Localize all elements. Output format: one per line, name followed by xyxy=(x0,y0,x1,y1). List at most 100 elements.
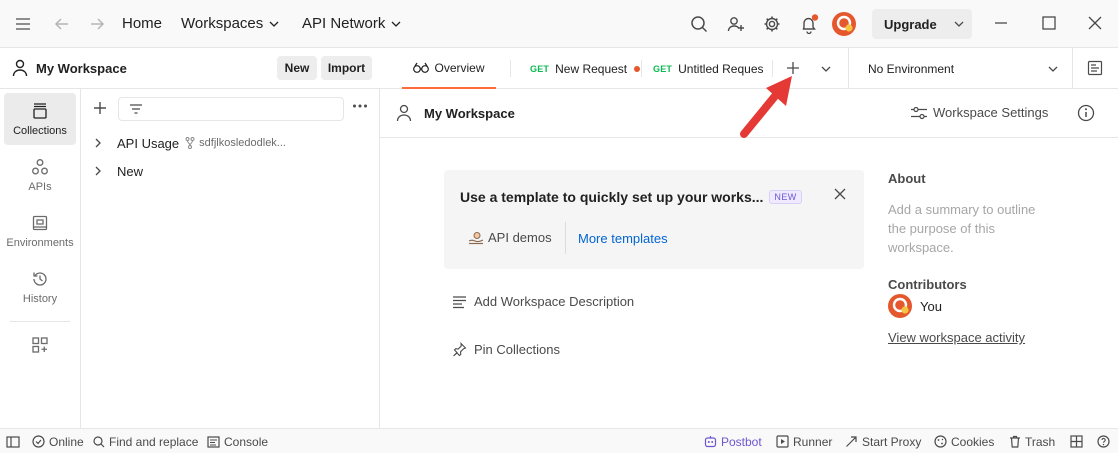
postbot-button[interactable]: Postbot xyxy=(704,429,762,453)
rail-item-collections[interactable]: Collections xyxy=(4,93,76,145)
runner-label: Runner xyxy=(793,434,833,449)
chevron-down-icon xyxy=(1048,66,1058,72)
demo-hand-icon xyxy=(468,231,484,244)
collections-icon xyxy=(33,102,47,119)
online-status[interactable]: Online xyxy=(32,429,84,453)
menu-icon[interactable] xyxy=(14,16,32,32)
about-heading: About xyxy=(888,171,926,186)
chevron-right-icon xyxy=(95,166,101,176)
annotation-arrow xyxy=(740,76,792,138)
environment-selector[interactable]: No Environment xyxy=(848,48,1072,89)
layout-grid-icon[interactable] xyxy=(1070,429,1087,453)
avatar[interactable] xyxy=(832,12,856,36)
console-button[interactable]: Console xyxy=(207,429,268,453)
collection-item-new[interactable]: New xyxy=(93,159,143,183)
template-card: Use a template to quickly set up your wo… xyxy=(444,170,864,269)
help-icon[interactable] xyxy=(1097,429,1114,453)
tab-overview[interactable]: Overview xyxy=(402,48,496,89)
runner-button[interactable]: Runner xyxy=(776,429,832,453)
cookie-icon xyxy=(934,435,947,448)
start-proxy-button[interactable]: Start Proxy xyxy=(845,429,921,453)
fork-label: sdfjlkosledodlek... xyxy=(199,137,286,149)
left-rail: Collections APIs Environments History xyxy=(0,89,81,428)
rail-item-label: Collections xyxy=(13,124,67,137)
console-label: Console xyxy=(224,434,269,449)
template-card-divider xyxy=(565,222,566,254)
workspace-user-icon xyxy=(12,59,28,77)
unsaved-dot xyxy=(634,65,641,72)
chevron-down-icon xyxy=(391,21,401,27)
about-summary[interactable]: Add a summary to outline the purpose of … xyxy=(888,200,1048,257)
status-bar: Online Find and replace Console Postbot … xyxy=(0,428,1118,453)
view-workspace-activity-link[interactable]: View workspace activity xyxy=(888,330,1025,345)
pin-collections-button[interactable]: Pin Collections xyxy=(452,342,560,357)
more-options-icon[interactable] xyxy=(352,103,368,109)
environments-icon xyxy=(32,215,48,230)
bell-icon[interactable] xyxy=(799,14,819,34)
add-collection-icon[interactable] xyxy=(93,101,107,115)
tabs-dropdown-chevron-icon[interactable] xyxy=(821,64,831,74)
tab-new-request[interactable]: GET New Request xyxy=(530,48,641,89)
contributor-row: You xyxy=(888,294,942,318)
nav-api-network[interactable]: API Network xyxy=(302,15,401,32)
add-workspace-description-button[interactable]: Add Workspace Description xyxy=(452,294,634,309)
info-icon[interactable] xyxy=(1077,104,1095,122)
online-label: Online xyxy=(49,434,84,449)
toggle-sidebar-icon[interactable] xyxy=(6,429,24,453)
collections-pane: API Usage sdfjlkosledodlek... New xyxy=(81,89,380,428)
collection-item-api-usage[interactable]: API Usage sdfjlkosledodlek... xyxy=(93,131,286,155)
nav-home[interactable]: Home xyxy=(122,15,162,32)
maximize-icon[interactable] xyxy=(1042,16,1056,30)
filter-icon xyxy=(130,104,142,114)
tab-divider xyxy=(510,60,511,77)
back-arrow-icon[interactable] xyxy=(53,15,71,33)
fork-icon xyxy=(185,137,195,149)
api-demos-link[interactable]: API demos xyxy=(468,230,552,245)
rail-item-apis[interactable]: APIs xyxy=(4,149,76,201)
start-proxy-label: Start Proxy xyxy=(862,434,922,449)
search-icon xyxy=(93,435,105,447)
environment-quick-look[interactable] xyxy=(1072,48,1118,89)
contributors-heading: Contributors xyxy=(888,277,967,292)
rail-item-history[interactable]: History xyxy=(4,261,76,313)
chevron-down-icon xyxy=(269,21,279,27)
method-badge: GET xyxy=(530,63,550,74)
import-button[interactable]: Import xyxy=(321,56,372,80)
pin-collections-label: Pin Collections xyxy=(474,342,560,357)
pin-icon xyxy=(453,342,467,357)
workspace-title: My Workspace xyxy=(424,106,515,121)
postbot-icon xyxy=(704,436,717,448)
runner-icon xyxy=(776,435,789,448)
upgrade-button[interactable]: Upgrade xyxy=(872,9,972,39)
chevron-down-icon xyxy=(954,21,964,27)
cookies-button[interactable]: Cookies xyxy=(934,429,994,453)
new-badge: NEW xyxy=(769,190,802,204)
forward-arrow-icon[interactable] xyxy=(88,15,106,33)
cookies-label: Cookies xyxy=(951,434,995,449)
invite-user-icon[interactable] xyxy=(727,15,745,33)
search-icon[interactable] xyxy=(690,15,708,33)
console-icon xyxy=(207,435,220,448)
workspace-name: My Workspace xyxy=(36,61,127,76)
tab-divider xyxy=(641,60,642,77)
gear-icon[interactable] xyxy=(763,15,781,33)
apis-icon xyxy=(32,158,48,174)
nav-workspaces[interactable]: Workspaces xyxy=(181,15,279,32)
find-replace-button[interactable]: Find and replace xyxy=(93,429,198,453)
rail-item-configure[interactable] xyxy=(4,321,76,373)
workspace-settings-button[interactable]: Workspace Settings xyxy=(910,105,1048,120)
api-demos-label: API demos xyxy=(488,230,552,245)
minimize-icon[interactable] xyxy=(994,16,1008,30)
close-template-card-icon[interactable] xyxy=(834,188,846,200)
more-templates-link[interactable]: More templates xyxy=(578,231,668,246)
trash-button[interactable]: Trash xyxy=(1009,429,1055,453)
method-badge: GET xyxy=(653,63,673,74)
collection-label: New xyxy=(117,163,144,179)
template-card-title: Use a template to quickly set up your wo… xyxy=(460,189,764,205)
close-icon[interactable] xyxy=(1088,16,1102,30)
tab-label: New Request xyxy=(555,61,628,76)
new-button[interactable]: New xyxy=(277,56,317,80)
filter-input[interactable] xyxy=(118,97,344,121)
rail-item-environments[interactable]: Environments xyxy=(4,205,76,257)
rail-item-label: Environments xyxy=(6,236,74,249)
